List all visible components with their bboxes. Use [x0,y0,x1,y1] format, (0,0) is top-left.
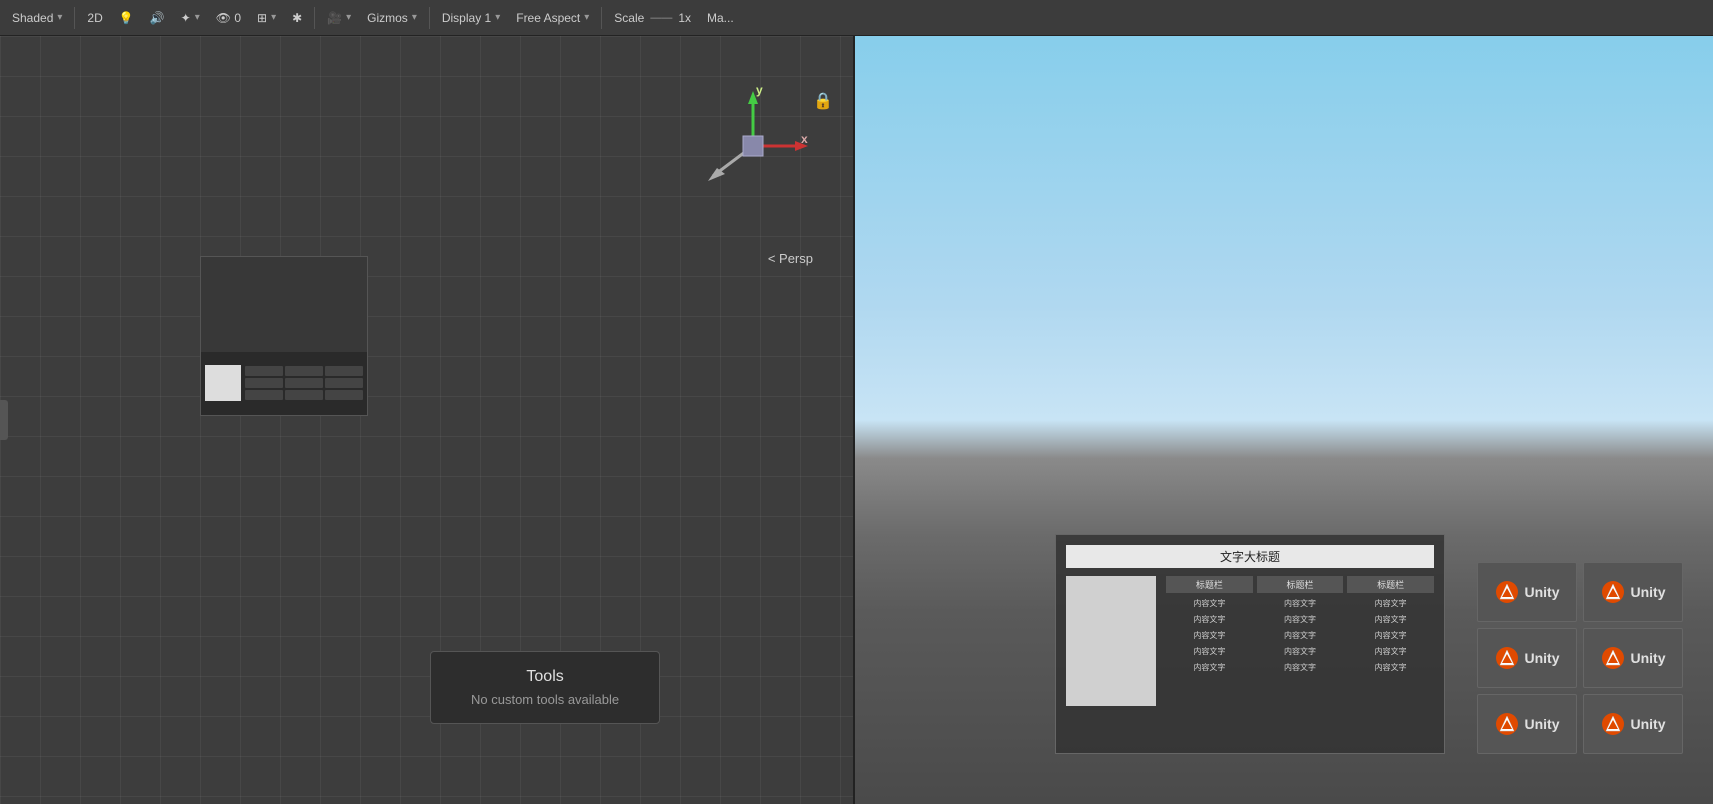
perspective-gizmo[interactable]: y x < Persp [693,86,813,266]
divider-4 [601,7,602,29]
canvas-image [1066,576,1156,706]
header-col-2: 标题栏 [1257,576,1344,593]
unity-logo-icon-4 [1601,646,1625,670]
gizmo-svg: y x [693,86,813,206]
unity-buttons-grid: Unity Unity Unity [1477,562,1683,754]
visibility-button[interactable]: 👁 0 [210,5,247,31]
grid-dropdown[interactable]: ⊞ ▾ [251,5,282,31]
scale-control[interactable]: Scale —— 1x [608,5,697,31]
unity-logo-icon-2 [1601,580,1625,604]
tools-tooltip: Tools No custom tools available [430,651,660,724]
audio-button[interactable]: 🔊 [144,5,171,31]
light-button[interactable]: 💡 [113,5,140,31]
divider-1 [74,7,75,29]
aspect-label: Free Aspect [516,11,580,25]
table-row: 内容文字 内容文字 内容文字 [1166,661,1434,674]
unity-logo-icon-3 [1495,646,1519,670]
unity-button-2[interactable]: Unity [1583,562,1683,622]
unity-button-5[interactable]: Unity [1477,694,1577,754]
table-row: 内容文字 内容文字 内容文字 [1166,629,1434,642]
unity-button-6-label: Unity [1631,716,1666,732]
max-button[interactable]: Ma... [701,5,740,31]
visibility-label: 👁 0 [216,11,241,25]
scale-value: 1x [678,11,691,25]
unity-button-1[interactable]: Unity [1477,562,1577,622]
canvas-table: 标题栏 标题栏 标题栏 内容文字 内容文字 内容文字 内容文字 内容文字 内容文… [1166,576,1434,706]
header-col-1: 标题栏 [1166,576,1253,593]
thumb-bottom [201,352,367,415]
tools-button[interactable]: ✱ [286,5,308,31]
thumb-icon [205,365,241,401]
tools-title: Tools [471,668,619,686]
unity-button-2-label: Unity [1631,584,1666,600]
light-icon: 💡 [119,11,134,25]
camera-dropdown[interactable]: 🎥 ▾ [321,5,357,31]
persp-label: < Persp [768,251,813,266]
display-dropdown[interactable]: Display 1 ▾ [436,5,506,31]
header-col-3: 标题栏 [1347,576,1434,593]
2d-button[interactable]: 2D [81,5,108,31]
side-handle[interactable] [0,400,8,440]
game-view[interactable]: 文字大标题 标题栏 标题栏 标题栏 内容文字 内容文字 内容文字 内容文 [855,36,1713,804]
unity-logo-icon-5 [1495,712,1519,736]
effects-dropdown[interactable]: ✦ ▾ [175,5,206,31]
unity-button-6[interactable]: Unity [1583,694,1683,754]
tools-icon: ✱ [292,11,302,25]
audio-icon: 🔊 [150,11,165,25]
shading-dropdown[interactable]: Shaded ▾ [6,5,68,31]
svg-text:x: x [801,132,808,146]
tools-subtitle: No custom tools available [471,692,619,707]
thumb-rows [245,366,363,400]
unity-logo-icon-6 [1601,712,1625,736]
scene-view[interactable]: y x < Persp 🔒 [0,36,855,804]
divider-2 [314,7,315,29]
gizmos-label: Gizmos [367,11,408,25]
scene-thumbnail [200,256,368,416]
ui-canvas-overlay: 文字大标题 标题栏 标题栏 标题栏 内容文字 内容文字 内容文字 内容文 [1055,534,1445,754]
unity-logo-icon-1 [1495,580,1519,604]
shading-label: Shaded [12,11,53,25]
unity-button-1-label: Unity [1525,584,1560,600]
table-header: 标题栏 标题栏 标题栏 [1166,576,1434,593]
gizmos-dropdown[interactable]: Gizmos ▾ [361,5,423,31]
effects-icon: ✦ [181,11,191,25]
shading-arrow: ▾ [57,12,62,23]
unity-button-3[interactable]: Unity [1477,628,1577,688]
table-row: 内容文字 内容文字 内容文字 [1166,613,1434,626]
divider-3 [429,7,430,29]
scale-label: Scale [614,11,644,25]
grid-icon: ⊞ [257,11,267,25]
canvas-content: 标题栏 标题栏 标题栏 内容文字 内容文字 内容文字 内容文字 内容文字 内容文… [1066,576,1434,706]
display-label: Display 1 [442,11,491,25]
camera-icon: 🎥 [327,11,342,25]
unity-button-4[interactable]: Unity [1583,628,1683,688]
table-row: 内容文字 内容文字 内容文字 [1166,645,1434,658]
canvas-title: 文字大标题 [1066,545,1434,568]
toolbar: Shaded ▾ 2D 💡 🔊 ✦ ▾ 👁 0 ⊞ ▾ ✱ 🎥 ▾ Gizmos… [0,0,1713,36]
table-row: 内容文字 内容文字 内容文字 [1166,597,1434,610]
unity-button-5-label: Unity [1525,716,1560,732]
aspect-dropdown[interactable]: Free Aspect ▾ [510,5,595,31]
main-area: y x < Persp 🔒 [0,36,1713,804]
svg-text:y: y [756,86,763,97]
unity-button-4-label: Unity [1631,650,1666,666]
unity-button-3-label: Unity [1525,650,1560,666]
lock-icon[interactable]: 🔒 [813,91,833,111]
thumb-inner [201,257,367,352]
